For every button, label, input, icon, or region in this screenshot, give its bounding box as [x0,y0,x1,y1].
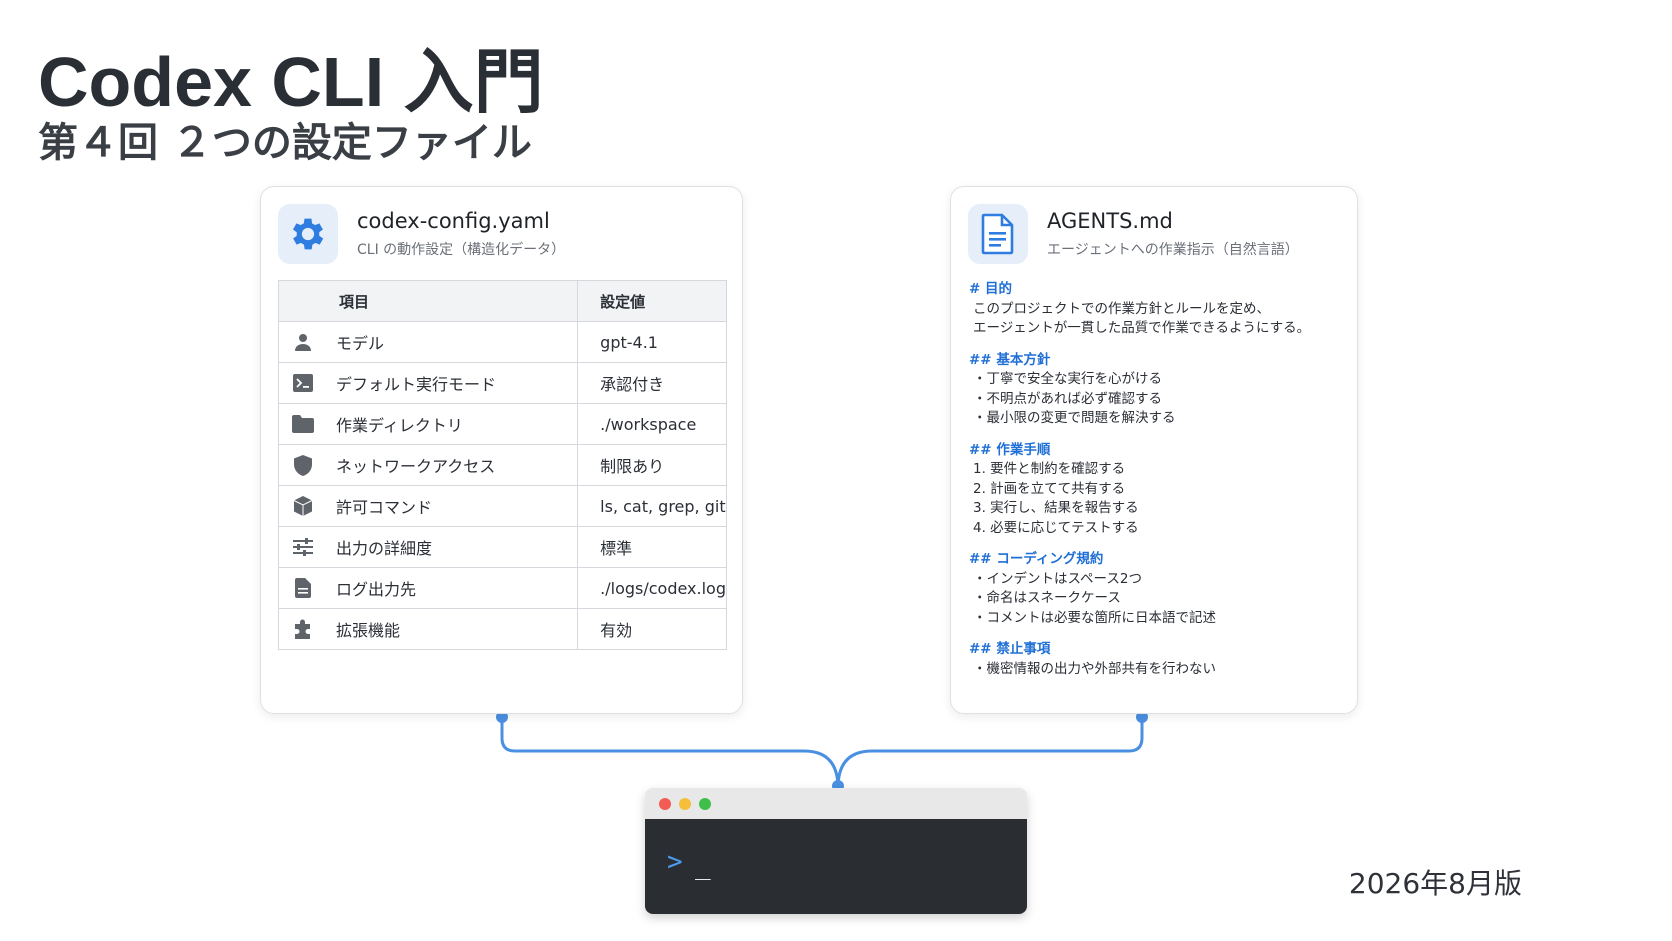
row-item-label: ログ出力先 [336,580,417,599]
row-item-label: 拡張機能 [336,621,401,640]
terminal-body: > _ [645,819,1027,914]
agents-markdown-content: # 目的 このプロジェクトでの作業方針とルールを定め、 エージェントが一貫した品… [969,280,1349,679]
row-value: 標準 [577,526,727,568]
agents-file-description: エージェントへの作業指示（自然言語） [1047,242,1299,258]
terminal-icon [290,374,316,392]
row-value: 承認付き [577,362,727,404]
row-value: 有効 [577,608,727,650]
md-heading: ## 禁止事項 [969,641,1051,657]
folder-icon [290,415,316,433]
table-row: 出力の詳細度 標準 [277,526,727,568]
connector-right [836,717,1144,789]
row-item-label: デフォルト実行モード [336,375,497,394]
md-line: 4. 必要に応じてテストする [973,519,1139,536]
file-icon [290,578,316,598]
md-line: ・最小限の変更で問題を解決する [973,410,1176,426]
row-value: ls, cat, grep, git [577,485,727,527]
row-item-label: 許可コマンド [336,498,433,517]
config-file-description: CLI の動作設定（構造化データ） [357,242,566,258]
prompt-symbol: > [667,847,683,877]
md-line: 1. 要件と制約を確認する [973,461,1126,477]
table-row: デフォルト実行モード 承認付き [277,362,727,404]
md-line: 3. 実行し、結果を報告する [973,500,1139,516]
close-dot [659,798,671,810]
connector-left [500,717,840,789]
table-row: モデル gpt-4.1 [277,321,727,363]
md-heading: ## コーディング規約 [969,551,1104,567]
box-icon [290,496,316,516]
table-row: 作業ディレクトリ ./workspace [277,403,727,445]
md-line: 2. 計画を立てて共有する [973,480,1126,497]
minimize-dot [679,798,691,810]
row-item-label: 作業ディレクトリ [336,416,463,435]
row-value: ./workspace [577,403,727,445]
md-line: ・インデントはスペース2つ [973,570,1142,587]
config-table-header: 項目 設定値 [277,280,727,322]
document-icon [968,204,1028,264]
table-row: ログ出力先 ./logs/codex.log [277,567,727,609]
cursor: _ [695,851,711,881]
column-header-item: 項目 [277,280,579,322]
agents-file-name: AGENTS.md [1047,209,1173,233]
config-card-header: codex-config.yaml CLI の動作設定（構造化データ） [278,204,565,264]
row-value: gpt-4.1 [577,321,727,363]
md-heading: ## 基本方針 [969,351,1051,368]
md-line: エージェントが一貫した品質で作業できるようにする。 [973,320,1311,336]
sliders-icon [290,538,316,556]
column-header-value: 設定値 [577,280,727,322]
row-item-label: ネットワークアクセス [336,457,496,476]
config-table: 項目 設定値 モデル gpt-4.1 デフォルト実行モード 承認付き 作業ディレ… [277,280,727,650]
agents-card-header: AGENTS.md エージェントへの作業指示（自然言語） [968,204,1299,264]
row-item-label: モデル [336,334,385,353]
row-value: 制限あり [577,444,727,486]
table-row: 拡張機能 有効 [277,608,727,650]
md-line: ・丁寧で安全な実行を心がける [973,371,1162,387]
md-heading: ## 作業手順 [969,441,1051,458]
md-heading: # 目的 [969,281,1013,297]
gear-icon [278,204,338,264]
terminal-window: > _ [645,788,1027,914]
puzzle-icon [290,619,316,639]
table-row: 許可コマンド ls, cat, grep, git [277,485,727,527]
person-icon [290,332,316,352]
md-line: ・コメントは必要な箇所に日本語で記述 [973,609,1216,626]
config-file-card: codex-config.yaml CLI の動作設定（構造化データ） 項目 設… [260,186,743,714]
agents-file-card: AGENTS.md エージェントへの作業指示（自然言語） # 目的 このプロジェ… [950,186,1358,714]
table-row: ネットワークアクセス 制限あり [277,444,727,486]
maximize-dot [699,798,711,810]
md-line: このプロジェクトでの作業方針とルールを定め、 [973,300,1270,317]
shield-icon [290,454,316,476]
row-value: ./logs/codex.log [577,567,727,609]
md-line: ・不明点があれば必ず確認する [973,390,1162,407]
md-line: ・命名はスネークケース [973,590,1121,606]
row-item-label: 出力の詳細度 [336,539,433,558]
config-file-name: codex-config.yaml [357,209,550,233]
terminal-title-bar [645,788,1027,819]
md-line: ・機密情報の出力や外部共有を行わない [973,660,1216,677]
